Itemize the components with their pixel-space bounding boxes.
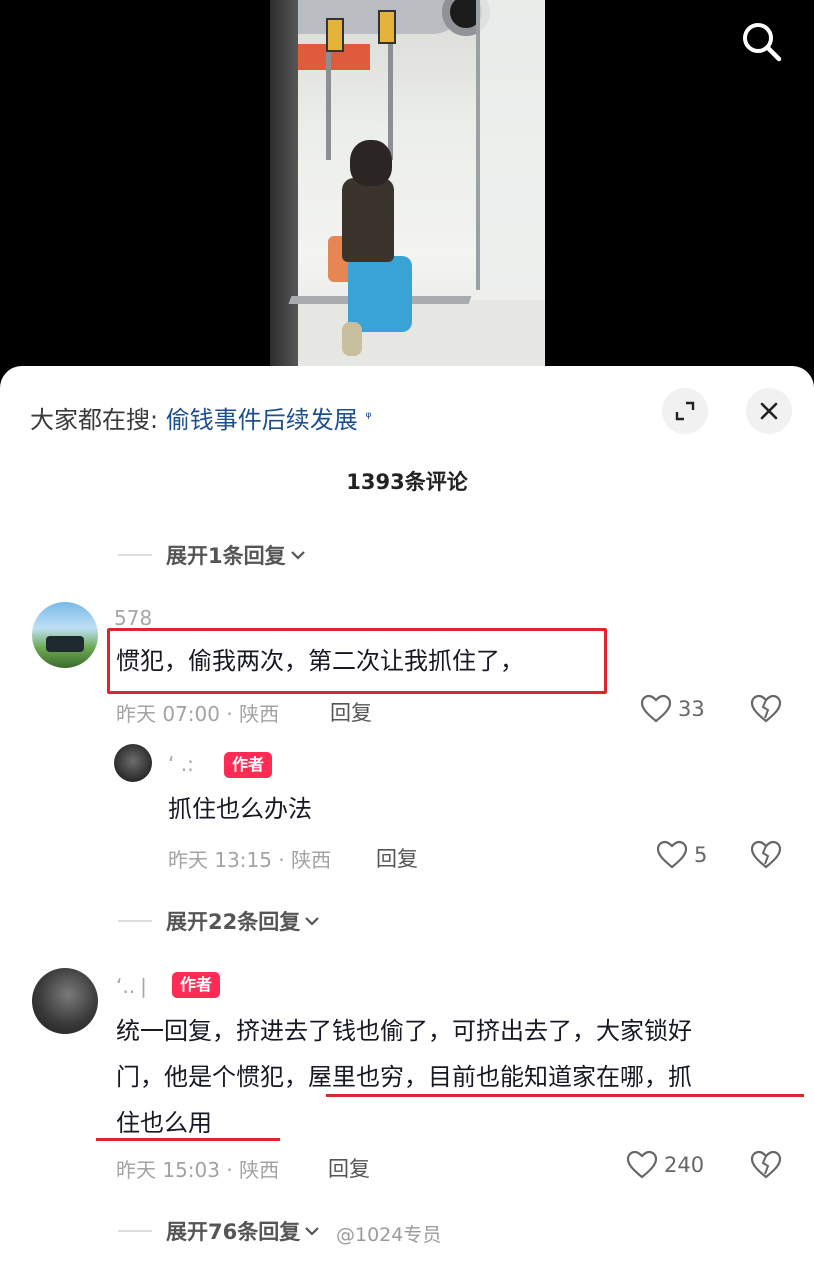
comment-text-line: 统一回复，挤进去了钱也偷了，可挤出去了，大家锁好 bbox=[116, 1017, 692, 1045]
hot-search-prefix: 大家都在搜: bbox=[30, 406, 159, 434]
author-badge: 作者 bbox=[172, 972, 221, 998]
glass-door bbox=[476, 0, 545, 290]
like-button[interactable]: 240 bbox=[626, 1150, 704, 1180]
comment-count-title: 1393条评论 bbox=[346, 470, 468, 494]
avatar[interactable] bbox=[114, 744, 152, 782]
author-badge: 作者 bbox=[224, 752, 273, 778]
divider bbox=[118, 554, 152, 556]
divider bbox=[118, 920, 152, 922]
chevron-down-icon bbox=[305, 1227, 320, 1236]
heart-icon bbox=[640, 694, 672, 723]
expand-replies-label: 展开22条回复 bbox=[166, 910, 301, 934]
door-sign bbox=[326, 18, 344, 52]
expand-replies-button[interactable]: 展开1条回复 bbox=[118, 540, 306, 570]
video-frame bbox=[270, 0, 545, 370]
watermark: @1024专员 bbox=[336, 1224, 442, 1246]
chevron-down-icon bbox=[290, 551, 305, 560]
car-shape bbox=[276, 0, 466, 34]
avatar[interactable] bbox=[32, 602, 98, 668]
comment-username[interactable]: 578 bbox=[114, 606, 152, 630]
floor bbox=[298, 300, 545, 370]
broken-heart-icon[interactable] bbox=[750, 694, 782, 728]
door-sign bbox=[378, 10, 396, 44]
expand-icon[interactable] bbox=[662, 388, 708, 434]
like-count: 5 bbox=[694, 843, 708, 867]
expand-replies-button[interactable]: 展开76条回复 bbox=[118, 1216, 320, 1246]
highlight-box bbox=[107, 628, 607, 694]
expand-replies-label: 展开1条回复 bbox=[166, 544, 286, 568]
expand-replies-button[interactable]: 展开22条回复 bbox=[118, 906, 320, 936]
comment-sheet: 大家都在搜: 偷钱事件后续发展 ᵠ 1393条评论 展开1条回复 578 惯犯，… bbox=[0, 366, 814, 1280]
reply-button[interactable]: 回复 bbox=[328, 1153, 370, 1183]
broken-heart-icon[interactable] bbox=[750, 840, 782, 874]
reply-text: 抓住也么办法 bbox=[168, 795, 312, 823]
reply-meta: 昨天 13:15 · 陕西 bbox=[168, 848, 332, 872]
comment-meta: 昨天 15:03 · 陕西 bbox=[116, 1158, 280, 1182]
heart-icon bbox=[626, 1150, 658, 1179]
comment-meta: 昨天 07:00 · 陕西 bbox=[116, 702, 280, 726]
search-icon[interactable] bbox=[738, 18, 784, 64]
avatar[interactable] bbox=[32, 968, 98, 1034]
hot-search-bar[interactable]: 大家都在搜: 偷钱事件后续发展 ᵠ bbox=[30, 400, 372, 435]
heart-icon bbox=[656, 840, 688, 869]
wall-edge bbox=[270, 0, 298, 370]
close-icon[interactable] bbox=[746, 388, 792, 434]
reply-button[interactable]: 回复 bbox=[376, 843, 418, 873]
video-player[interactable] bbox=[0, 0, 814, 380]
highlight-underline bbox=[326, 1094, 804, 1097]
like-button[interactable]: 5 bbox=[656, 840, 707, 870]
reply-button[interactable]: 回复 bbox=[330, 697, 372, 727]
like-button[interactable]: 33 bbox=[640, 694, 705, 724]
highlight-underline bbox=[96, 1138, 280, 1141]
hot-search-icon: ᵠ bbox=[365, 408, 372, 426]
chevron-down-icon bbox=[305, 917, 320, 926]
like-count: 33 bbox=[678, 697, 705, 721]
divider bbox=[118, 1230, 152, 1232]
broken-heart-icon[interactable] bbox=[750, 1150, 782, 1184]
reply-username[interactable]: ‘ .: bbox=[168, 752, 194, 776]
hot-search-keyword[interactable]: 偷钱事件后续发展 bbox=[166, 406, 358, 434]
like-count: 240 bbox=[664, 1153, 705, 1177]
comment-username[interactable]: ‘..❘ bbox=[116, 974, 152, 998]
expand-replies-label: 展开76条回复 bbox=[166, 1220, 301, 1244]
